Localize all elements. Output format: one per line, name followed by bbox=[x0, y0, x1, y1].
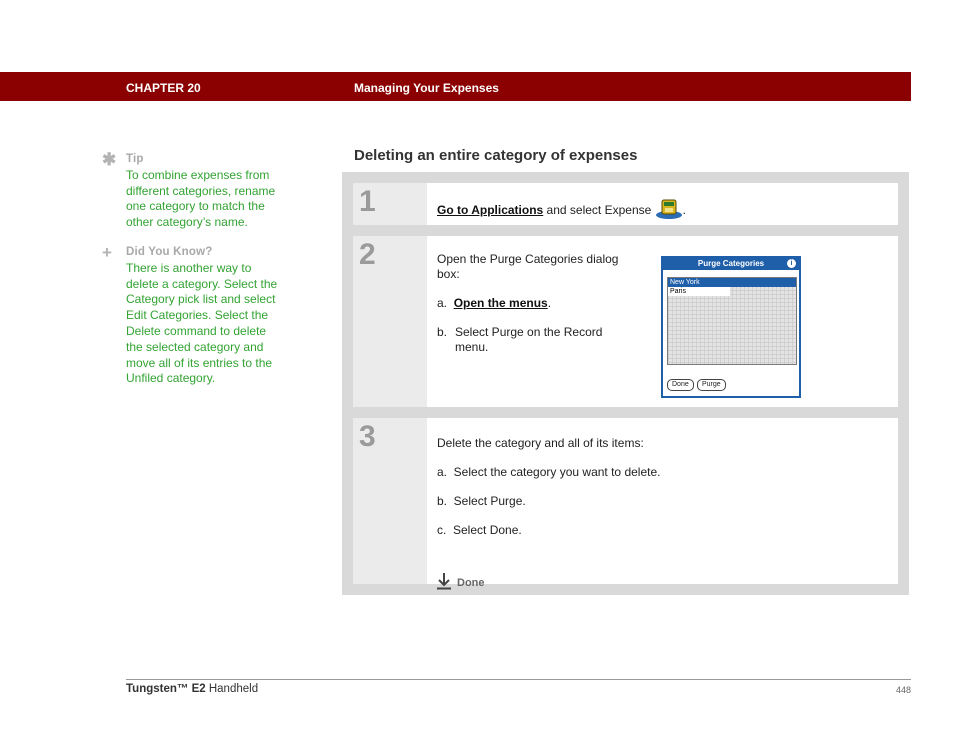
plus-icon: + bbox=[102, 242, 112, 262]
dialog-title: Purge Categories bbox=[663, 258, 799, 270]
step-2-b-text: Select Purge on the Record menu. bbox=[455, 325, 603, 354]
asterisk-icon: ✱ bbox=[102, 150, 117, 169]
go-to-applications-link[interactable]: Go to Applications bbox=[437, 203, 543, 217]
expense-app-icon bbox=[655, 199, 682, 219]
info-icon: i bbox=[787, 259, 796, 268]
dialog-purge-button: Purge bbox=[697, 379, 726, 391]
step-3-substep-a: a. Select the category you want to delet… bbox=[437, 465, 661, 479]
down-arrow-done-icon bbox=[437, 573, 451, 590]
footer-product: Tungsten™ E2 Handheld bbox=[126, 683, 258, 695]
did-you-know-heading: Did You Know? bbox=[126, 245, 213, 258]
did-you-know-text: There is another way to delete a categor… bbox=[126, 260, 278, 386]
step-number-column: 2 bbox=[353, 236, 427, 407]
substep-marker: b. bbox=[437, 325, 448, 339]
step-2-body: Open the Purge Categories dialog box: a.… bbox=[437, 252, 627, 355]
product-suffix: Handheld bbox=[205, 683, 259, 695]
step-3-substep-b: b. Select Purge. bbox=[437, 494, 526, 508]
step-3: 3 Delete the category and all of its ite… bbox=[353, 418, 898, 590]
did-you-know-block: + Did You Know? There is another way to … bbox=[102, 242, 282, 387]
step-1: 1 Go to Applications and select Expense … bbox=[353, 183, 898, 225]
step-1-text: and select Expense bbox=[543, 203, 655, 217]
step-2-a-end: . bbox=[547, 296, 552, 310]
step-3-substep-c: c. Select Done. bbox=[437, 523, 522, 537]
chapter-title: Managing Your Expenses bbox=[354, 81, 499, 95]
step-2-intro: Open the Purge Categories dialog box: bbox=[437, 252, 619, 281]
step-3-intro: Delete the category and all of its items… bbox=[437, 436, 644, 450]
list-item: Paris bbox=[668, 287, 730, 296]
done-label: Done bbox=[457, 577, 485, 589]
step-number-column: 3 bbox=[353, 418, 427, 584]
sidebar: ✱ Tip To combine expenses from different… bbox=[102, 150, 282, 401]
tip-heading: Tip bbox=[126, 153, 144, 165]
list-item: New York bbox=[668, 278, 796, 287]
page-number: 448 bbox=[895, 685, 911, 695]
done-marker: Done bbox=[437, 573, 485, 590]
step-number: 1 bbox=[359, 185, 376, 218]
step-1-end: . bbox=[682, 203, 686, 217]
step-1-body: Go to Applications and select Expense . bbox=[437, 197, 888, 219]
dialog-done-button: Done bbox=[667, 379, 694, 391]
step-2: 2 Open the Purge Categories dialog box: … bbox=[353, 236, 898, 407]
substep-marker: a. bbox=[437, 296, 448, 310]
purge-categories-dialog: Purge Categories i New York Paris Done P… bbox=[661, 256, 801, 398]
tip-block: ✱ Tip To combine expenses from different… bbox=[102, 150, 282, 231]
step-2-substep-b: b. Select Purge on the Record menu. bbox=[437, 325, 627, 355]
footer-rule bbox=[126, 679, 911, 680]
product-name: Tungsten™ E2 bbox=[126, 683, 206, 695]
step-2-substep-a: a. Open the menus. bbox=[437, 296, 627, 311]
section-title: Deleting an entire category of expenses bbox=[354, 147, 638, 164]
tip-text: To combine expenses from different categ… bbox=[126, 167, 276, 230]
step-3-body: Delete the category and all of its items… bbox=[437, 436, 888, 590]
step-number: 3 bbox=[359, 420, 376, 453]
category-list: New York Paris bbox=[667, 277, 797, 365]
chapter-label: CHAPTER 20 bbox=[126, 81, 201, 95]
step-number: 2 bbox=[359, 238, 376, 271]
step-number-column: 1 bbox=[353, 183, 427, 225]
open-the-menus-link[interactable]: Open the menus bbox=[454, 296, 548, 310]
